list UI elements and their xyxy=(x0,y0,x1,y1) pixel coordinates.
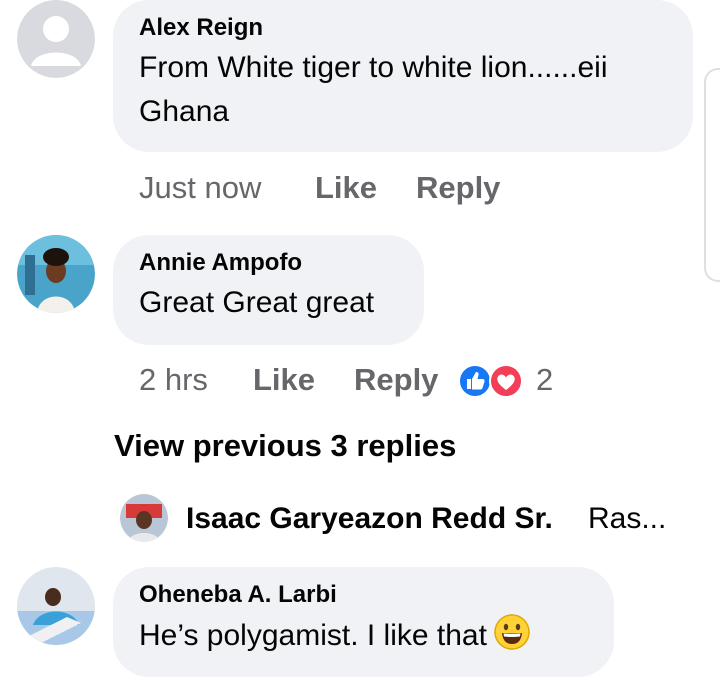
adjacent-panel-edge xyxy=(704,68,720,282)
avatar-alex-reign[interactable] xyxy=(17,0,95,78)
default-avatar-icon xyxy=(17,0,95,78)
avatar-oheneba-larbi[interactable] xyxy=(17,567,95,645)
reply-author[interactable]: Isaac Garyeazon Redd Sr. xyxy=(186,502,553,536)
comment-author[interactable]: Alex Reign xyxy=(139,14,667,42)
comment-bubble-3[interactable]: Oheneba A. Larbi He’s polygamist. I like… xyxy=(113,567,614,677)
reaction-count[interactable]: 2 xyxy=(536,362,553,398)
timestamp: 2 hrs xyxy=(139,362,208,397)
timestamp: Just now xyxy=(139,170,262,205)
profile-photo-icon xyxy=(17,235,95,313)
like-button[interactable]: Like xyxy=(315,170,377,206)
avatar-isaac-garyeazon[interactable] xyxy=(120,494,168,542)
like-reaction-icon xyxy=(458,364,492,398)
comment-author[interactable]: Oheneba A. Larbi xyxy=(139,581,588,609)
reaction-badges[interactable] xyxy=(458,364,524,398)
view-previous-replies-link[interactable]: View previous 3 replies xyxy=(114,428,456,464)
comment-text: From White tiger to white lion......eii … xyxy=(139,46,667,134)
reply-button[interactable]: Reply xyxy=(354,362,438,398)
like-button[interactable]: Like xyxy=(253,362,315,398)
comment-text: He’s polygamist. I like that xyxy=(139,613,588,658)
reply-snippet: Ras... xyxy=(588,502,667,535)
comment-author[interactable]: Annie Ampofo xyxy=(139,249,398,277)
reply-button[interactable]: Reply xyxy=(416,170,500,206)
comment-text: Great Great great xyxy=(139,286,375,319)
comment-text-body: He’s polygamist. I like that xyxy=(139,619,487,652)
profile-photo-icon xyxy=(120,494,168,542)
avatar-annie-ampofo[interactable] xyxy=(17,235,95,313)
grinning-face-emoji-icon xyxy=(494,614,530,650)
comment-bubble-2[interactable]: Annie Ampofo Great Great great xyxy=(113,235,424,345)
love-reaction-icon xyxy=(489,364,523,398)
reply-preview[interactable]: Isaac Garyeazon Redd Sr. Ras... xyxy=(120,494,710,544)
comment-text-line: From White tiger to white lion......eii xyxy=(139,51,608,84)
comment-bubble-1[interactable]: Alex Reign From White tiger to white lio… xyxy=(113,0,693,152)
comment-text-line: Ghana xyxy=(139,95,230,128)
profile-photo-icon xyxy=(17,567,95,645)
